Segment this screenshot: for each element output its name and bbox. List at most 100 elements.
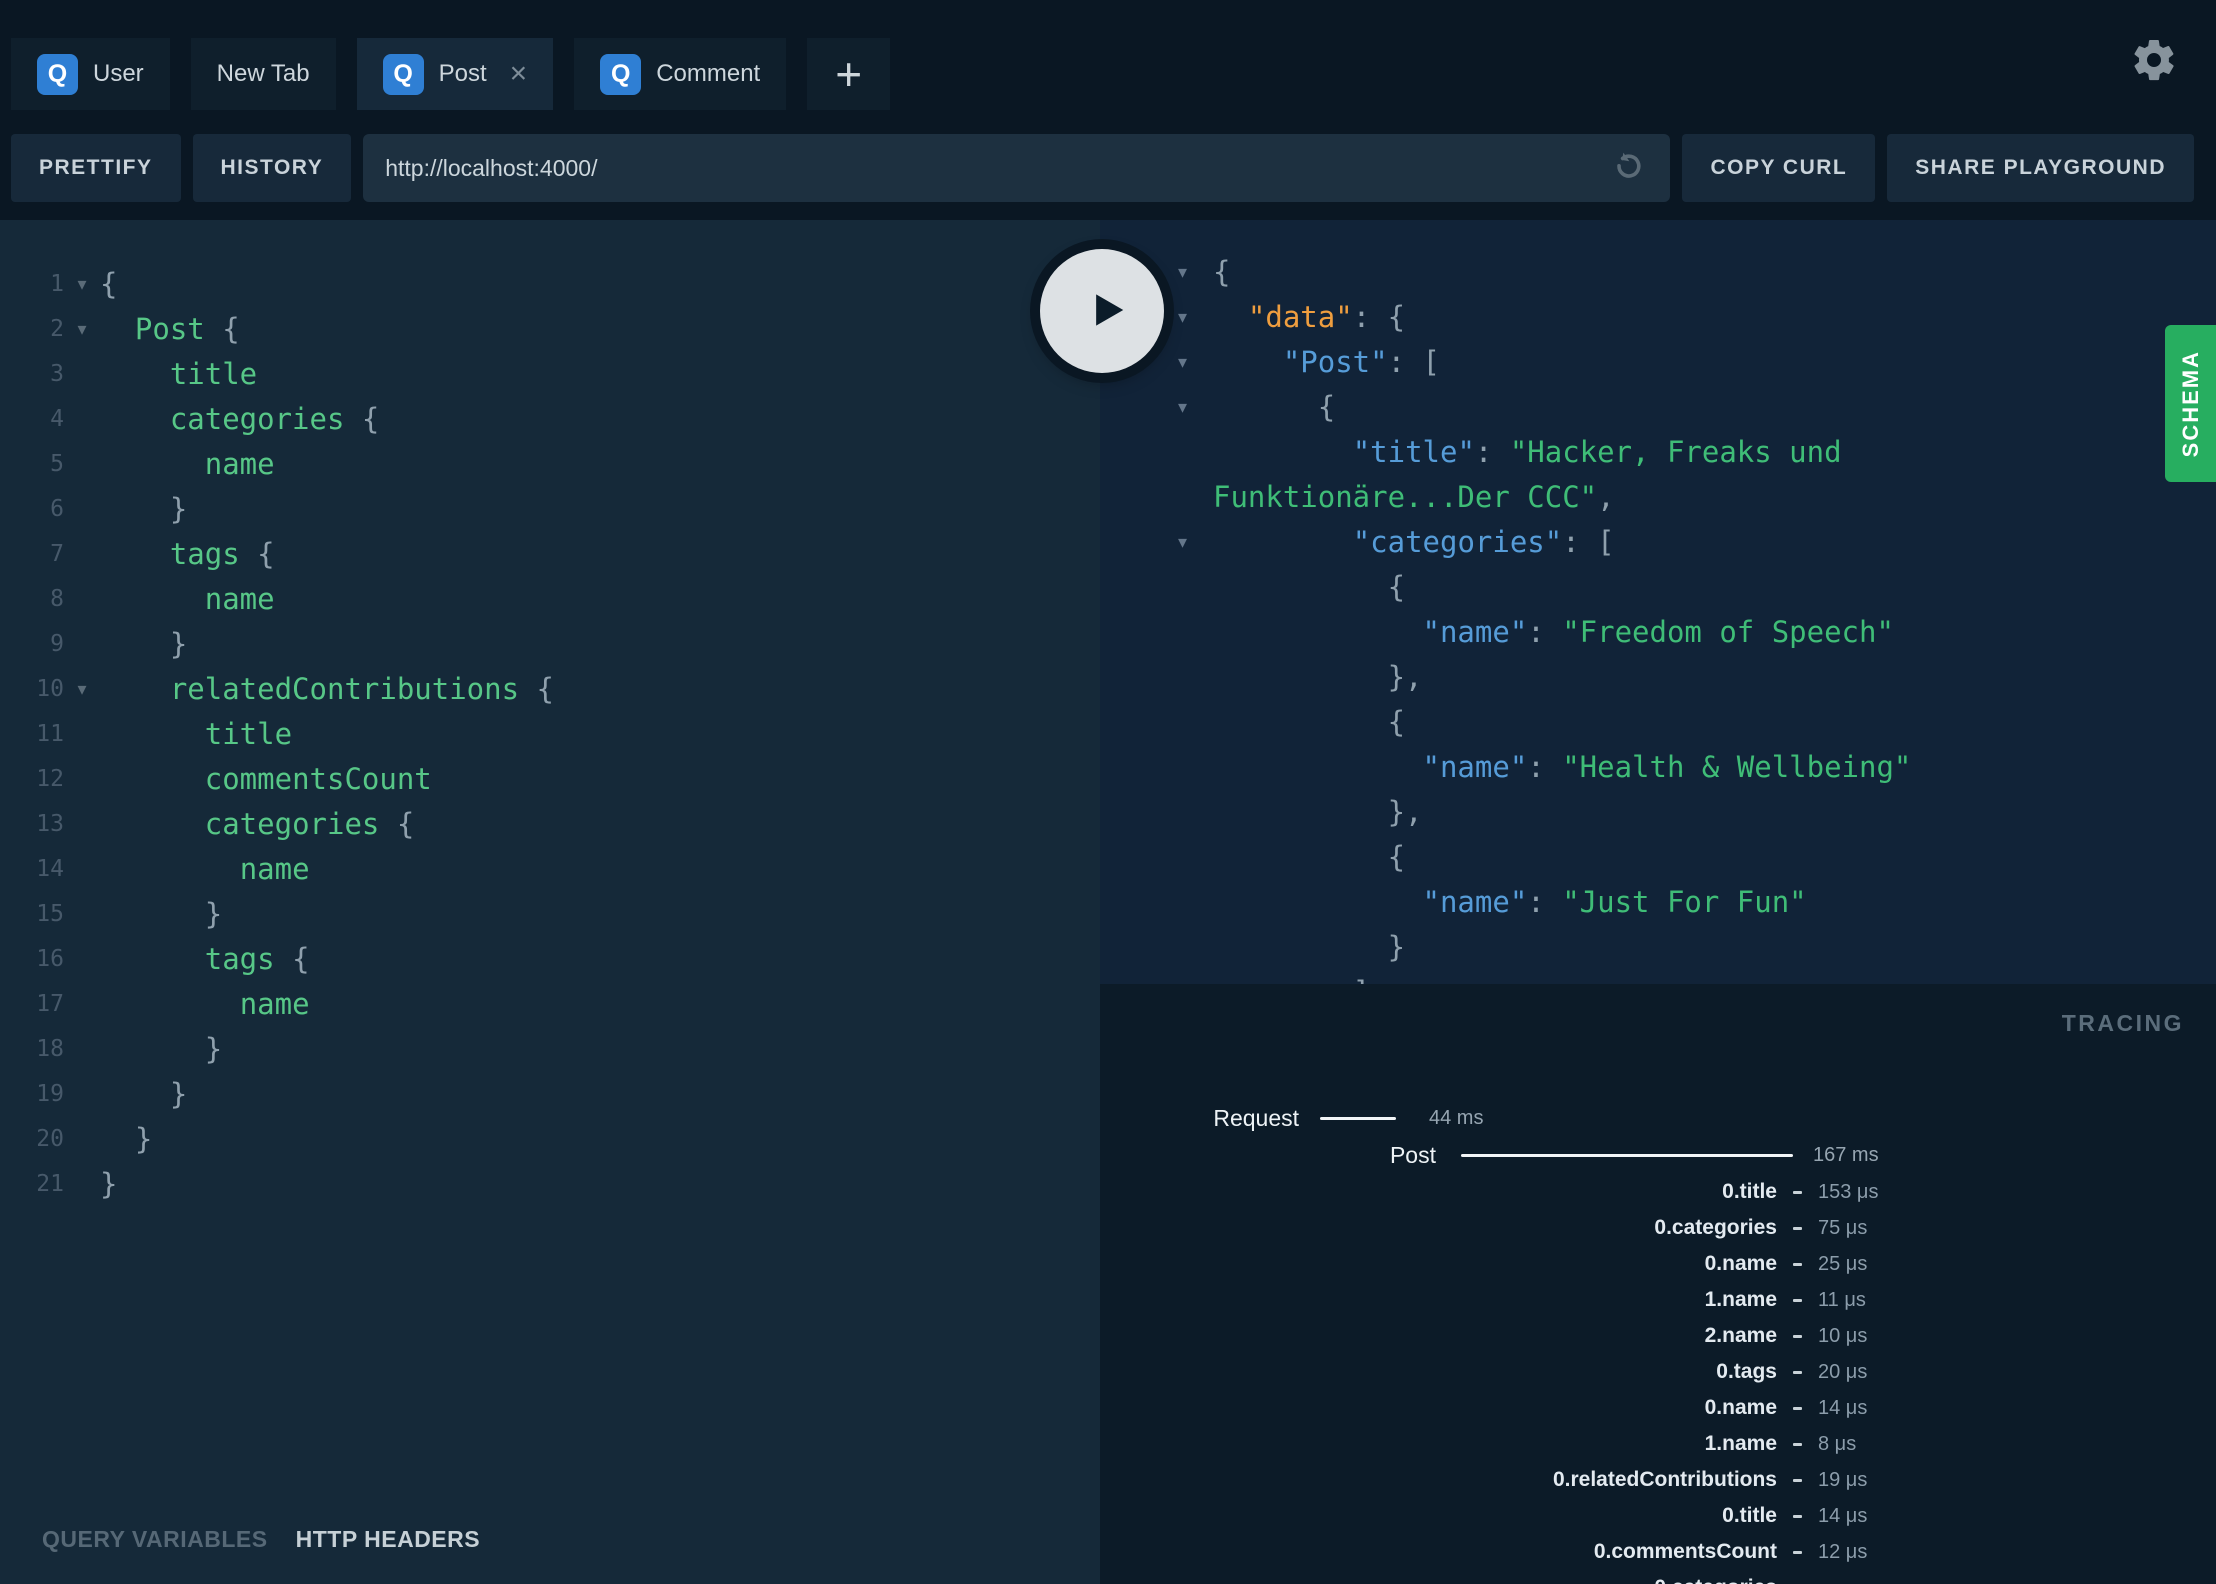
trace-span-bar (1320, 1117, 1396, 1120)
trace-row-bar (1793, 1262, 1802, 1266)
line-number: 3 (50, 361, 64, 387)
tab-label: Post (438, 60, 487, 87)
collapse-arrow-icon[interactable]: ▾ (1178, 340, 1210, 385)
code-line: 1 ▾{ (0, 262, 1100, 307)
fold-arrow-icon[interactable]: ▾ (64, 667, 100, 712)
code-line: 11 title (0, 712, 1100, 757)
code-line: 18 } (0, 1027, 1100, 1072)
response-text: { (1213, 250, 1230, 295)
tab-post[interactable]: Q Post × (356, 38, 554, 110)
line-number: 13 (36, 811, 64, 837)
copy-curl-button[interactable]: COPY CURL (1682, 134, 1876, 202)
response-line: }, (1100, 655, 2216, 700)
code-token: "name" (1422, 750, 1528, 784)
gutter-spacer (1178, 880, 1210, 925)
fold-arrow-icon[interactable]: ▾ (64, 262, 100, 307)
trace-span-request: Request 44 ms (1100, 1100, 2216, 1137)
execute-query-button[interactable] (1040, 249, 1164, 373)
add-tab-button[interactable]: + (807, 38, 891, 110)
code-line: 13 categories { (0, 802, 1100, 847)
code-token: , (1597, 480, 1615, 514)
gutter-spacer (1178, 925, 1210, 970)
collapse-arrow-icon[interactable]: ▾ (1178, 295, 1210, 340)
reload-icon (1610, 152, 1646, 188)
graphql-playground: Q User New Tab Q Post × Q Comment + PRETTIFY HI… (0, 0, 2216, 1584)
code-token: { (1213, 570, 1406, 604)
http-headers-tab[interactable]: HTTP HEADERS (296, 1526, 481, 1553)
code-line: 14 name (0, 847, 1100, 892)
query-tab-icon: Q (600, 53, 642, 95)
code-text: commentsCount (100, 757, 432, 802)
collapse-arrow-icon[interactable]: ▾ (1178, 385, 1210, 430)
prettify-button[interactable]: PRETTIFY (11, 134, 181, 202)
trace-row-time: 12 μs (1818, 1540, 1868, 1563)
schema-tab-button[interactable]: SCHEMA (2165, 325, 2216, 482)
trace-row-time: 14 μs (1818, 1504, 1868, 1527)
code-token: : [ (1562, 525, 1615, 559)
response-text: { (1213, 565, 1405, 610)
response-text: { (1213, 700, 1405, 745)
reload-button[interactable] (1608, 148, 1648, 188)
gear-icon (2130, 39, 2178, 87)
code-token: { (239, 537, 275, 571)
close-icon[interactable]: × (510, 59, 528, 89)
response-line: "title": "Hacker, Freaks und (1100, 430, 2216, 475)
gutter-spacer (64, 577, 100, 622)
tab-label: User (93, 60, 144, 87)
code-token: Post (134, 312, 205, 346)
collapse-arrow-icon[interactable]: ▾ (1178, 250, 1210, 295)
code-text: title (100, 352, 257, 397)
fold-arrow-icon[interactable]: ▾ (64, 307, 100, 352)
trace-span-time: 44 ms (1429, 1107, 1484, 1129)
trace-row-bar (1793, 1478, 1802, 1482)
tab-comment[interactable]: Q Comment (574, 38, 787, 110)
code-token: { (519, 672, 554, 706)
code-token: title (204, 717, 293, 751)
collapse-arrow-icon[interactable]: ▾ (1178, 520, 1210, 565)
trace-row-time: 25 μs (1818, 1252, 1868, 1275)
share-playground-button[interactable]: SHARE PLAYGROUND (1887, 134, 2194, 202)
trace-row-bar (1793, 1406, 1802, 1410)
gutter-spacer (1178, 835, 1210, 880)
response-text: } (1213, 925, 1405, 970)
gutter-spacer (1178, 565, 1210, 610)
trace-row-time: 11 μs (1818, 1288, 1866, 1311)
line-number: 20 (36, 1126, 64, 1152)
tracing-rows-wrap: Request 44 ms Post 167 ms 0.title 153 μs 0… (1100, 1100, 2216, 1584)
settings-button[interactable] (2130, 36, 2178, 84)
code-text: } (100, 1027, 222, 1072)
url-input[interactable] (385, 154, 1609, 182)
query-tab-icon: Q (37, 53, 78, 95)
query-variables-tab[interactable]: QUERY VARIABLES (42, 1526, 268, 1553)
tab-new-tab[interactable]: New Tab (190, 38, 336, 110)
trace-row: 1.name 8 μs (1100, 1426, 2216, 1462)
code-token: "categories" (1352, 525, 1563, 559)
response-line: ▾ "data": { (1100, 295, 2216, 340)
code-line: 15 } (0, 892, 1100, 937)
line-number: 11 (36, 721, 64, 747)
line-number: 16 (36, 946, 64, 972)
code-line: 7 tags { (0, 532, 1100, 577)
add-tab-icon: + (835, 48, 863, 100)
tracing-toggle[interactable]: TRACING (2062, 1010, 2184, 1037)
schema-tab-label: SCHEMA (2177, 349, 2203, 458)
history-button[interactable]: HISTORY (192, 134, 352, 202)
code-text: } (100, 622, 187, 667)
gutter-spacer (64, 802, 100, 847)
query-editor[interactable]: 1 ▾{2 ▾ Post {3 title 4 categories {5 name 6… (0, 220, 1100, 1495)
code-text: relatedContributions { (100, 667, 554, 712)
trace-row-bar (1793, 1226, 1802, 1230)
response-text: "categories": [ (1213, 520, 1615, 565)
response-line: { (1100, 835, 2216, 880)
code-token: relatedContributions (169, 672, 520, 706)
tab-user[interactable]: Q User (11, 38, 170, 110)
gutter-spacer (64, 937, 100, 982)
code-text: tags { (100, 937, 310, 982)
response-text: }, (1213, 655, 1423, 700)
code-line: 19 } (0, 1072, 1100, 1117)
